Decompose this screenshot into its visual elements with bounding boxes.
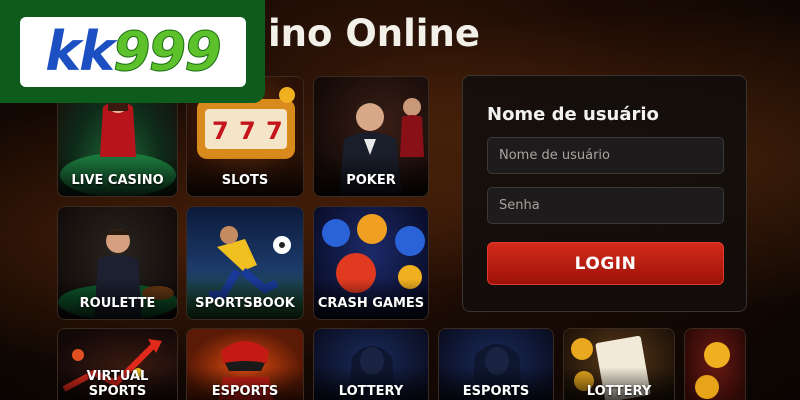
game-tile-label: VIRTUAL SPORTS <box>86 369 149 399</box>
login-button[interactable]: LOGIN <box>487 242 724 285</box>
game-tile-label: ESPORTS <box>211 384 279 399</box>
game-tile-coins[interactable] <box>684 328 746 400</box>
username-input[interactable] <box>487 137 724 174</box>
svg-text:7: 7 <box>239 117 256 145</box>
logo-999-text: 999 <box>113 20 223 84</box>
game-tile-sportsbook[interactable]: SPORTSBOOK <box>186 206 304 320</box>
game-tile-lottery-2[interactable]: LOTTERY <box>563 328 675 400</box>
game-tile-label: LIVE CASINO <box>71 173 164 188</box>
game-tile-crash-games[interactable]: CRASH GAMES <box>313 206 429 320</box>
game-tile-label: SPORTSBOOK <box>195 296 295 311</box>
game-tile-esports[interactable]: ESPORTS <box>186 328 304 400</box>
game-tile-label: ESPORTS <box>462 384 530 399</box>
password-input[interactable] <box>487 187 724 224</box>
logo-badge: kk 999 <box>19 16 246 87</box>
game-tile-label: CRASH GAMES <box>317 296 425 311</box>
page-title: ino Online <box>268 12 480 55</box>
coins-art <box>685 329 745 400</box>
game-tile-label: ROULETTE <box>79 296 156 311</box>
game-tile-label: POKER <box>346 173 396 188</box>
game-tile-label: LOTTERY <box>338 384 404 399</box>
game-tile-poker[interactable]: POKER <box>313 76 429 197</box>
brand-logo[interactable]: kk 999 <box>0 0 265 103</box>
game-tile-lottery[interactable]: LOTTERY <box>313 328 429 400</box>
game-tile-label: SLOTS <box>221 173 269 188</box>
game-tile-virtual-sports[interactable]: VIRTUAL SPORTS <box>57 328 178 400</box>
game-tile-esports-2[interactable]: ESPORTS <box>438 328 554 400</box>
game-tile-roulette[interactable]: ROULETTE <box>57 206 178 320</box>
game-tile-label: LOTTERY <box>586 384 652 399</box>
svg-text:7: 7 <box>266 117 283 145</box>
login-panel: Nome de usuário LOGIN <box>462 75 747 312</box>
login-title: Nome de usuário <box>487 104 659 125</box>
svg-text:7: 7 <box>212 117 229 145</box>
logo-kk-text: kk <box>45 20 115 83</box>
